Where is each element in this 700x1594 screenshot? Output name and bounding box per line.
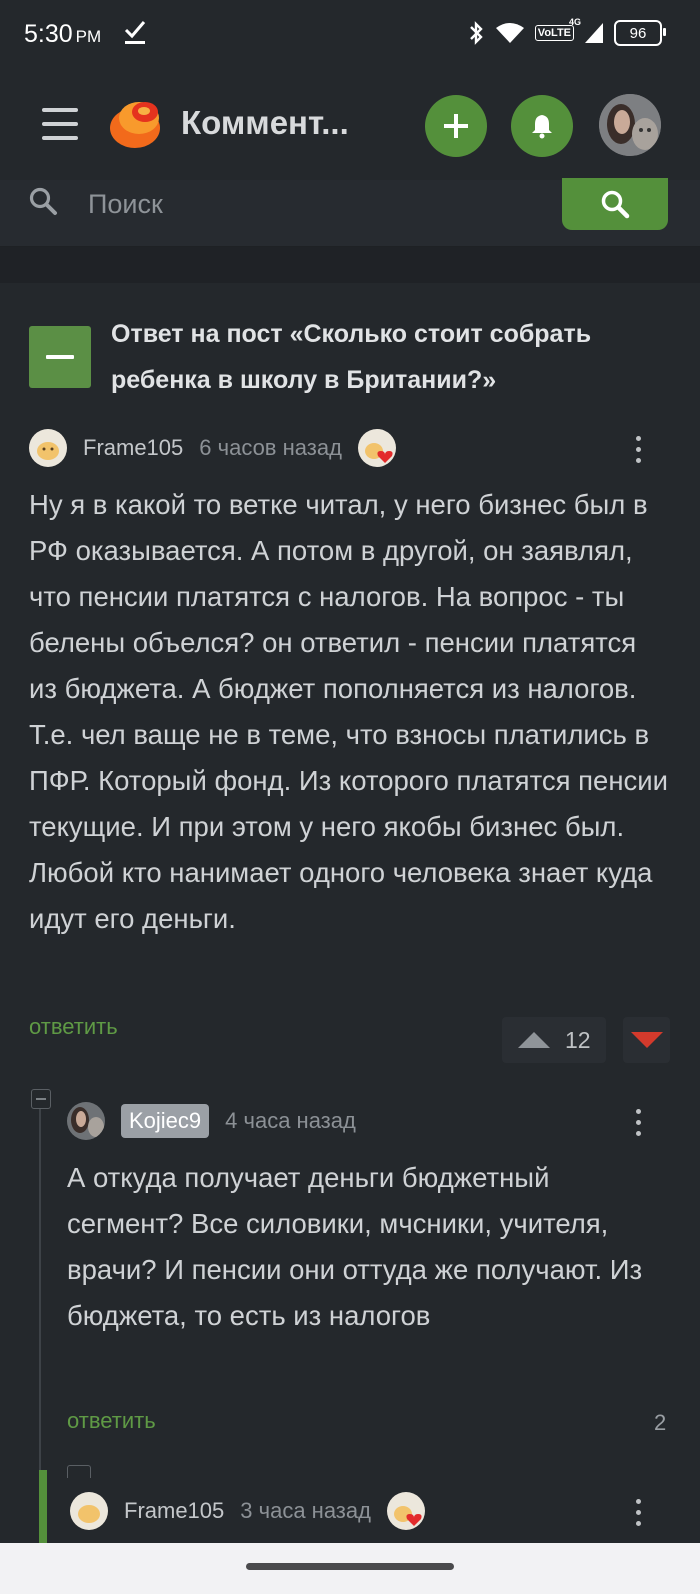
status-time: 5:30 PM [24,20,101,49]
avatar-image [599,94,661,156]
comment-header: Frame105 6 часов назад [29,428,396,468]
search-input[interactable] [88,184,528,224]
comments-feed: Ответ на пост «Сколько стоит собрать реб… [0,283,700,1551]
page-title: Коммент... [181,104,349,141]
status-icons: VoLTE 4G 96 [467,17,666,46]
comment-time: 6 часов назад [199,435,342,460]
pikabu-logo[interactable] [107,98,163,150]
home-gesture-handle[interactable] [246,1563,454,1570]
avatar[interactable] [67,1102,105,1140]
comment-time: 4 часа назад [225,1108,356,1133]
notifications-button[interactable] [511,95,573,157]
add-post-button[interactable] [425,95,487,157]
award-heart-icon[interactable] [386,1492,425,1530]
rating-count: 12 [565,1026,591,1053]
comment-text: Ну я в какой то ветке читал, у него бизн… [29,489,668,934]
comment-author[interactable]: Frame105 [124,1498,224,1524]
kebab-icon[interactable] [636,436,644,469]
triangle-down-icon [630,1032,663,1048]
battery-indicator: 96 [614,20,666,46]
comment-header: Frame105 3 часа назад [70,1491,425,1531]
system-nav-bar [0,1543,700,1594]
network-type: 4G [568,17,581,27]
checkmark-icon [124,21,146,44]
user-avatar[interactable] [599,94,661,156]
comment-time: 3 часа назад [240,1498,371,1523]
comment-text: А откуда получает деньги бюджетный сегме… [67,1162,643,1331]
signal-icon [585,23,603,43]
search-icon [601,190,630,219]
collapse-thread-button[interactable] [29,326,91,388]
comment-author[interactable]: Kojiec9 [121,1104,210,1138]
reply-link[interactable]: ответить [29,1014,118,1040]
bell-icon [532,115,552,139]
comment-author[interactable]: Frame105 [83,435,183,461]
bluetooth-icon [469,21,483,45]
post-title-link[interactable]: Ответ на пост «Сколько стоит собрать реб… [111,311,671,403]
triangle-up-icon [518,1032,550,1048]
status-ampm: PM [75,27,102,46]
section-divider [0,247,700,283]
avatar[interactable] [70,1492,108,1530]
avatar[interactable] [29,429,67,467]
reply-link[interactable]: ответить [67,1408,156,1434]
search-bar [0,178,700,247]
search-button[interactable] [562,178,668,230]
kebab-icon[interactable] [636,1109,644,1142]
replies-count[interactable]: 2 [654,1410,666,1436]
collapse-branch-button[interactable] [67,1465,91,1478]
avatar-image [29,429,67,467]
battery-level: 96 [629,24,647,42]
avatar-image [67,1102,105,1140]
plus-icon [444,114,468,138]
avatar-image [70,1492,108,1530]
thread-highlight-bar [39,1470,47,1543]
status-bar: 5:30 PM VoLTE 4G 96 [0,0,700,72]
hamburger-icon[interactable] [42,108,78,140]
comment-header: Kojiec9 4 часа назад [67,1101,356,1141]
award-heart-icon[interactable] [357,429,396,467]
volte-label: VoLTE [537,27,571,39]
vote-down-button[interactable] [623,1017,670,1063]
app-bar: Коммент... [0,72,700,181]
search-icon [29,187,57,215]
volte-indicator: VoLTE 4G [534,17,581,41]
kebab-icon[interactable] [636,1499,644,1532]
status-time-value: 5:30 [24,20,73,48]
collapse-branch-button[interactable] [31,1089,51,1109]
vote-up-button[interactable]: 12 [502,1017,606,1063]
wifi-icon [495,23,524,43]
